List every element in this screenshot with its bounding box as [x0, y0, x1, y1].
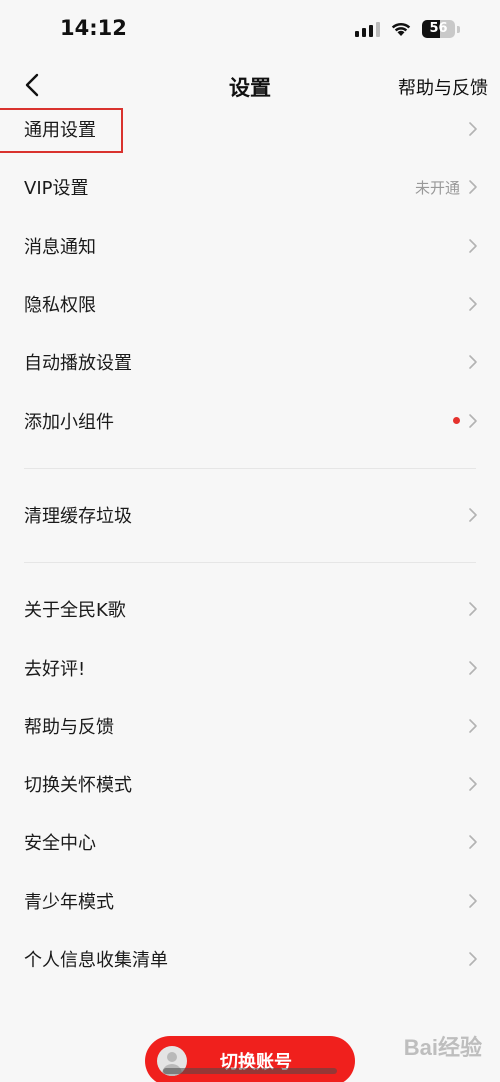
settings-row-trailing: 未开通 [415, 158, 478, 216]
settings-row[interactable]: 青少年模式 [0, 872, 500, 930]
settings-row-label: 关于全民K歌 [24, 600, 126, 622]
settings-row-label: 个人信息收集清单 [24, 950, 168, 971]
chevron-right-icon [469, 952, 477, 966]
chevron-right-icon [469, 602, 477, 617]
home-indicator [163, 1068, 337, 1074]
settings-row[interactable]: VIP设置 未开通 [0, 158, 500, 216]
settings-row[interactable]: 切换关怀模式 [0, 755, 500, 813]
settings-row[interactable]: 清理缓存垃圾 [0, 486, 500, 544]
battery-icon: 56 [422, 20, 455, 38]
settings-row[interactable]: 帮助与反馈 [0, 697, 500, 755]
chevron-right-icon [469, 777, 477, 791]
settings-row-label: 帮助与反馈 [24, 716, 114, 738]
chevron-right-icon [469, 719, 477, 733]
settings-row[interactable]: 添加小组件 [0, 391, 500, 449]
settings-row-trailing [468, 333, 478, 391]
settings-row[interactable]: 个人信息收集清单 [0, 930, 500, 988]
settings-menu: 通用设置 VIP设置 未开通消息通知隐私权限自动播放设置 添加小组件 清理缓存垃圾 关… [0, 100, 500, 988]
settings-row[interactable]: 消息通知 [0, 217, 500, 275]
settings-row-label: 青少年模式 [24, 891, 114, 913]
settings-row[interactable]: 去好评! [0, 638, 500, 696]
settings-row-label: 添加小组件 [24, 411, 114, 433]
chevron-right-icon [469, 297, 477, 311]
watermark: Bai经验 [403, 1035, 482, 1060]
settings-row[interactable]: 关于全民K歌 [0, 580, 500, 638]
chevron-right-icon [469, 238, 477, 253]
battery-level: 56 [429, 21, 448, 36]
settings-row-trailing [468, 217, 478, 275]
settings-row-label: 通用设置 [24, 120, 96, 142]
settings-row-trailing [468, 580, 478, 638]
settings-row-label: 自动播放设置 [24, 353, 132, 375]
settings-row-label: 清理缓存垃圾 [24, 505, 132, 527]
settings-row[interactable]: 通用设置 [0, 100, 500, 158]
chevron-right-icon [469, 508, 477, 522]
signal-icon [355, 21, 380, 37]
settings-row[interactable]: 自动播放设置 [0, 333, 500, 391]
settings-row-trailing [453, 391, 478, 449]
settings-row-trailing [468, 697, 478, 755]
settings-row-trailing [468, 930, 478, 988]
divider [0, 450, 500, 486]
settings-row-trailing [468, 275, 478, 333]
settings-row-trailing [468, 755, 478, 813]
settings-row-trailing [468, 813, 478, 871]
settings-row-trailing [468, 486, 478, 544]
settings-row-label: 切换关怀模式 [24, 775, 132, 797]
settings-row[interactable]: 安全中心 [0, 813, 500, 871]
chevron-right-icon [469, 893, 477, 908]
wifi-icon [391, 22, 411, 36]
chevron-right-icon [469, 660, 477, 675]
settings-row[interactable]: 隐私权限 [0, 275, 500, 333]
settings-row-trailing [468, 100, 478, 158]
help-feedback-link[interactable]: 帮助与反馈 [398, 74, 488, 100]
chevron-right-icon [469, 413, 477, 428]
settings-row-trailing [468, 638, 478, 696]
chevron-right-icon [469, 355, 477, 370]
status-icons: 56 [355, 20, 460, 38]
divider [0, 544, 500, 580]
settings-row-trailing [468, 872, 478, 930]
settings-row-label: 安全中心 [24, 833, 96, 855]
settings-row-label: 隐私权限 [24, 295, 96, 317]
switch-account-button[interactable]: 切换账号 [145, 1036, 355, 1082]
status-bar: 14:12 56 [0, 0, 500, 60]
settings-row-label: 去好评! [24, 658, 86, 680]
chevron-right-icon [469, 180, 477, 195]
settings-row-status: 未开通 [414, 178, 460, 197]
status-time: 14:12 [60, 16, 127, 40]
chevron-right-icon [469, 835, 477, 850]
settings-row-label: 消息通知 [24, 236, 96, 258]
chevron-right-icon [469, 122, 477, 136]
red-dot-badge [453, 417, 460, 425]
